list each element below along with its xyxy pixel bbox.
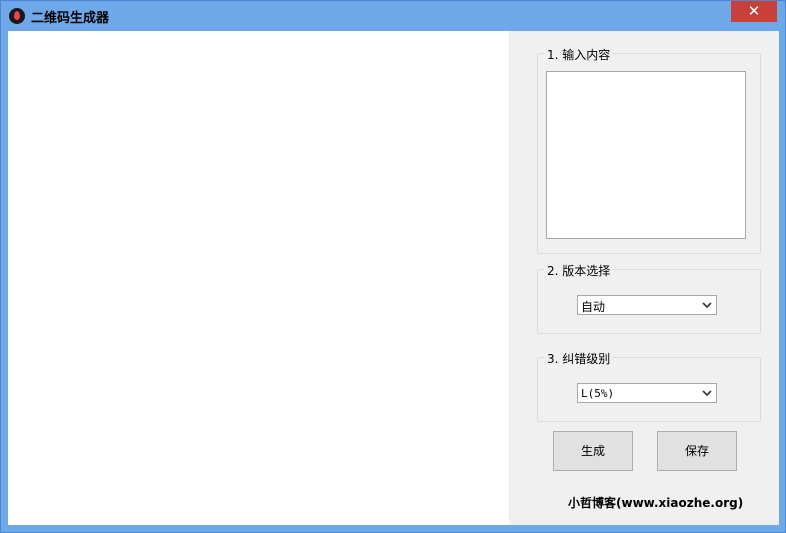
close-button[interactable]: ✕ [731,1,777,22]
error-correction-selected-value: L(5%) [581,387,615,400]
client-area: 1. 输入内容 2. 版本选择 自动 3. 纠错级别 L(5%) 生成 保存 小… [8,31,779,525]
version-group: 2. 版本选择 自动 [537,262,761,334]
version-legend: 2. 版本选择 [544,262,614,279]
app-window: 二维码生成器 ✕ 1. 输入内容 2. 版本选择 自动 3. 纠错级别 L(5%… [0,0,786,533]
generate-button[interactable]: 生成 [553,431,633,471]
content-input[interactable] [546,71,746,239]
save-button[interactable]: 保存 [657,431,737,471]
chevron-down-icon [702,390,712,397]
app-logo-icon [9,8,25,24]
version-select[interactable]: 自动 [577,295,717,315]
chevron-down-icon [702,302,712,309]
title-bar[interactable]: 二维码生成器 ✕ [1,1,785,31]
error-correction-select[interactable]: L(5%) [577,383,717,403]
input-content-group: 1. 输入内容 [537,46,761,254]
footer-credit: 小哲博客(www.xiaozhe.org) [568,496,744,510]
input-content-legend: 1. 输入内容 [544,46,614,63]
close-icon: ✕ [747,2,761,20]
version-selected-value: 自动 [581,300,606,314]
window-title: 二维码生成器 [31,11,110,26]
error-correction-legend: 3. 纠错级别 [544,350,614,367]
qr-preview-area [8,31,509,525]
error-correction-group: 3. 纠错级别 L(5%) [537,350,761,422]
